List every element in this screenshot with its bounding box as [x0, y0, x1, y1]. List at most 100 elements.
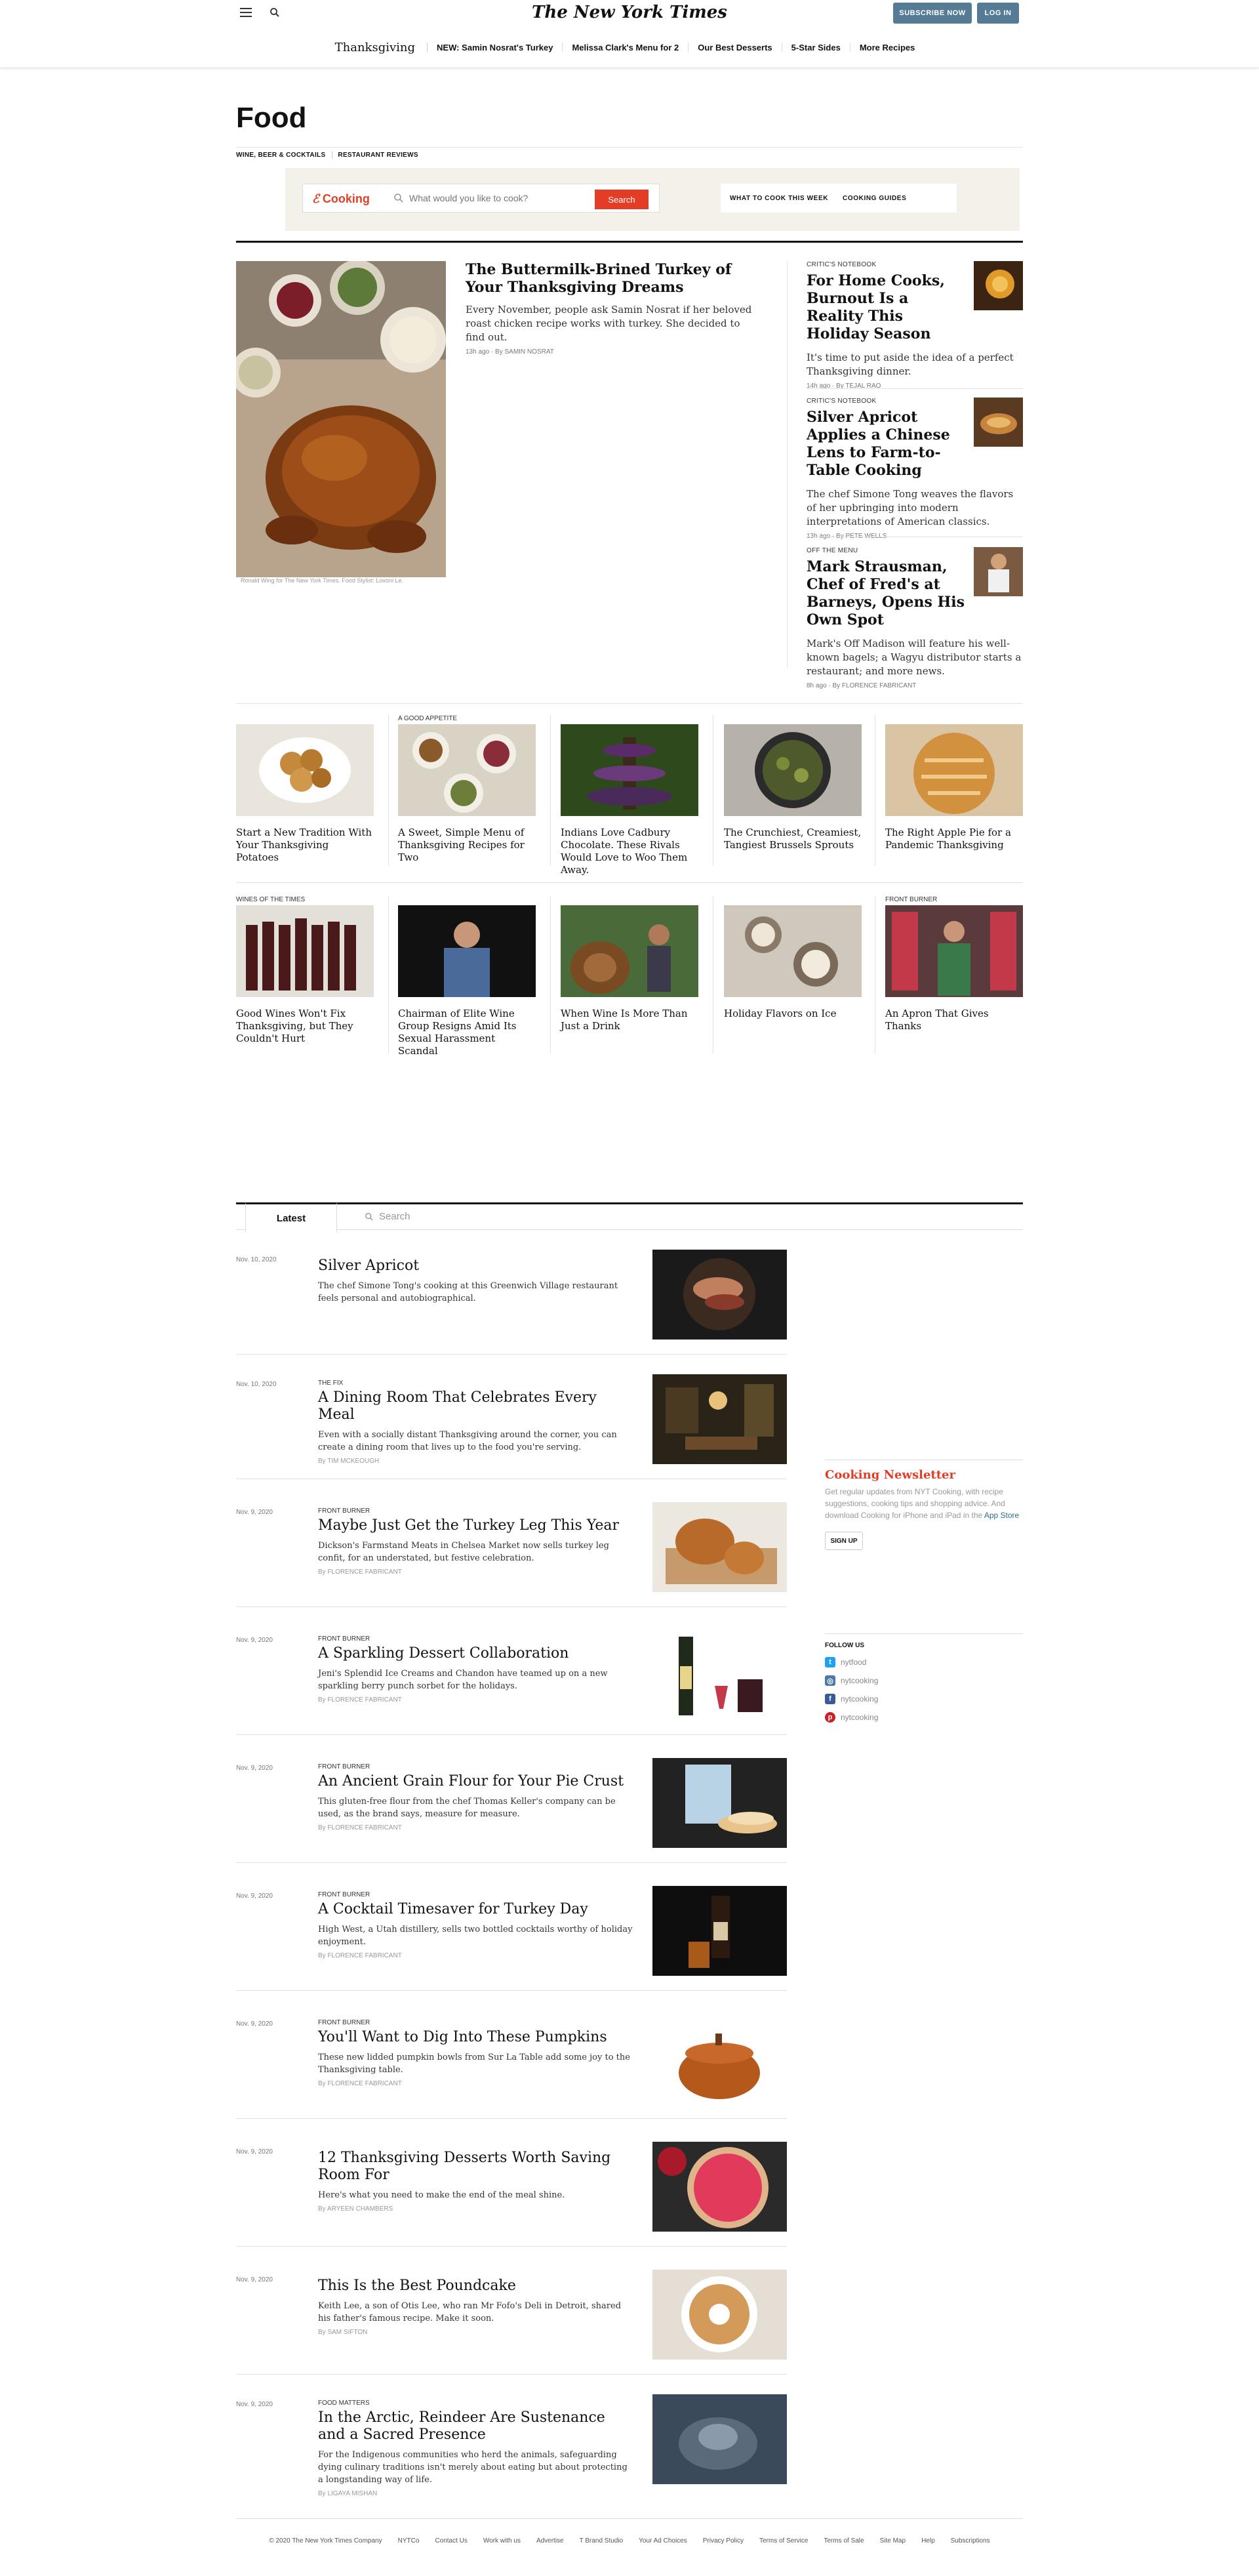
item-headline[interactable]: In the Arctic, Reindeer Are Sustenance a… — [318, 2409, 633, 2443]
item-headline[interactable]: This Is the Best Poundcake — [318, 2278, 633, 2295]
tile-headline[interactable]: A Sweet, Simple Menu of Thanksgiving Rec… — [398, 827, 536, 864]
story-thumbnail[interactable] — [974, 398, 1023, 447]
latest-search-placeholder[interactable]: Search — [379, 1211, 410, 1222]
footer-link[interactable]: Help — [921, 2537, 935, 2545]
tile-image[interactable] — [561, 724, 698, 816]
tile-headline[interactable]: An Apron That Gives Thanks — [885, 1008, 1023, 1032]
story-tile[interactable]: FRONT BURNER An Apron That Gives Thanks — [885, 896, 1023, 1032]
footer-link[interactable]: Subscriptions — [951, 2537, 990, 2545]
story-headline[interactable]: Mark Strausman, Chef of Fred's at Barney… — [807, 558, 967, 629]
item-image[interactable] — [652, 1502, 787, 1592]
story-headline[interactable]: Silver Apricot Applies a Chinese Lens to… — [807, 409, 967, 480]
lead-headline[interactable]: The Buttermilk-Brined Turkey of Your Tha… — [466, 261, 754, 296]
what-to-cook-link[interactable]: WHAT TO COOK THIS WEEK — [730, 195, 828, 202]
newsletter-signup-button[interactable]: SIGN UP — [825, 1532, 863, 1550]
item-image[interactable] — [652, 1374, 787, 1464]
footer-link[interactable]: Contact Us — [435, 2537, 467, 2545]
pinterest-link[interactable]: p nytcooking — [825, 1712, 1023, 1723]
cooking-logo[interactable]: ℰ Cooking — [312, 192, 370, 206]
footer-link[interactable]: NYTCo — [398, 2537, 420, 2545]
tile-headline[interactable]: The Right Apple Pie for a Pandemic Thank… — [885, 827, 1023, 851]
tile-image[interactable] — [398, 905, 536, 997]
item-image[interactable] — [652, 1758, 787, 1848]
cooking-search-input[interactable] — [409, 193, 606, 203]
item-image[interactable] — [652, 2014, 787, 2104]
tile-headline[interactable]: When Wine Is More Than Just a Drink — [561, 1008, 698, 1032]
app-store-link[interactable]: App Store — [984, 1511, 1019, 1520]
item-headline[interactable]: A Cocktail Timesaver for Turkey Day — [318, 1901, 633, 1918]
item-image[interactable] — [652, 2142, 787, 2232]
cooking-guides-link[interactable]: COOKING GUIDES — [843, 195, 906, 202]
story-tile[interactable]: Start a New Tradition With Your Thanksgi… — [236, 724, 374, 864]
latest-search[interactable]: Search — [365, 1211, 410, 1222]
section-link[interactable]: WINE, BEER & COCKTAILS — [236, 152, 333, 159]
story-tile[interactable]: Chairman of Elite Wine Group Resigns Ami… — [398, 905, 536, 1057]
story-summary: The chef Simone Tong weaves the flavors … — [807, 488, 1014, 527]
section-link[interactable]: RESTAURANT REVIEWS — [338, 152, 424, 159]
instagram-link[interactable]: ◎ nytcooking — [825, 1675, 1023, 1686]
tile-headline[interactable]: Chairman of Elite Wine Group Resigns Ami… — [398, 1008, 536, 1057]
item-byline: By SAM SIFTON — [318, 2329, 368, 2336]
footer-link[interactable]: Terms of Sale — [824, 2537, 864, 2545]
item-headline[interactable]: Maybe Just Get the Turkey Leg This Year — [318, 1517, 633, 1534]
item-date: Nov. 10, 2020 — [236, 1256, 277, 1263]
item-headline[interactable]: 12 Thanksgiving Desserts Worth Saving Ro… — [318, 2150, 633, 2184]
story-tile[interactable]: WINES OF THE TIMES Good Wines Won't Fix … — [236, 896, 374, 1045]
tile-image[interactable] — [236, 724, 374, 816]
lead-image[interactable] — [236, 261, 446, 577]
tile-headline[interactable]: Indians Love Cadbury Chocolate. These Ri… — [561, 827, 698, 876]
tab-latest[interactable]: Latest — [245, 1202, 337, 1233]
tile-image[interactable] — [236, 905, 374, 997]
story-tile[interactable]: Holiday Flavors on Ice — [724, 905, 862, 1020]
story-tile[interactable]: When Wine Is More Than Just a Drink — [561, 905, 698, 1032]
nav-link[interactable]: More Recipes — [849, 43, 925, 52]
tile-headline[interactable]: Good Wines Won't Fix Thanksgiving, but T… — [236, 1008, 374, 1045]
tile-headline[interactable]: The Crunchiest, Creamiest, Tangiest Brus… — [724, 827, 862, 851]
footer-link[interactable]: Privacy Policy — [703, 2537, 744, 2545]
story-thumbnail[interactable] — [974, 261, 1023, 310]
footer-link[interactable]: Advertise — [536, 2537, 564, 2545]
footer-link[interactable]: Site Map — [880, 2537, 906, 2545]
nav-link[interactable]: NEW: Samin Nosrat's Turkey — [427, 43, 562, 52]
subscribe-button[interactable]: SUBSCRIBE NOW — [893, 3, 972, 24]
footer-link[interactable]: Work with us — [483, 2537, 521, 2545]
story-tile[interactable]: A GOOD APPETITE A Sweet, Simple Menu of … — [398, 715, 536, 864]
nav-link[interactable]: 5-Star Sides — [781, 43, 850, 52]
item-headline[interactable]: An Ancient Grain Flour for Your Pie Crus… — [318, 1773, 633, 1790]
item-headline[interactable]: A Sparkling Dessert Collaboration — [318, 1645, 633, 1662]
item-image[interactable] — [652, 2270, 787, 2360]
item-headline[interactable]: Silver Apricot — [318, 1257, 633, 1275]
story-headline[interactable]: For Home Cooks, Burnout Is a Reality Thi… — [807, 272, 967, 343]
footer-link[interactable]: Your Ad Choices — [639, 2537, 687, 2545]
tile-image[interactable] — [561, 905, 698, 997]
item-headline[interactable]: You'll Want to Dig Into These Pumpkins — [318, 2029, 633, 2046]
twitter-icon: t — [825, 1657, 835, 1667]
nav-link[interactable]: Our Best Desserts — [688, 43, 781, 52]
facebook-link[interactable]: f nytcooking — [825, 1694, 1023, 1704]
tile-image[interactable] — [885, 905, 1023, 997]
story-tile[interactable]: Indians Love Cadbury Chocolate. These Ri… — [561, 724, 698, 876]
item-image[interactable] — [652, 1886, 787, 1976]
tile-image[interactable] — [724, 724, 862, 816]
footer-link[interactable]: T Brand Studio — [580, 2537, 624, 2545]
tile-image[interactable] — [398, 724, 536, 816]
item-image[interactable] — [652, 2394, 787, 2484]
nav-brand[interactable]: Thanksgiving — [335, 41, 415, 54]
item-image[interactable] — [652, 1630, 787, 1720]
latest-item: Nov. 10, 2020 Silver Apricot The chef Si… — [236, 1250, 787, 1355]
story-thumbnail[interactable] — [974, 547, 1023, 596]
item-image[interactable] — [652, 1250, 787, 1339]
tile-headline[interactable]: Start a New Tradition With Your Thanksgi… — [236, 827, 374, 864]
cooking-search-button[interactable]: Search — [595, 190, 649, 209]
tile-headline[interactable]: Holiday Flavors on Ice — [724, 1008, 862, 1020]
story-tile[interactable]: The Crunchiest, Creamiest, Tangiest Brus… — [724, 724, 862, 851]
masthead-logo[interactable]: The New York Times — [0, 3, 1259, 22]
tile-image[interactable] — [724, 905, 862, 997]
nav-link[interactable]: Melissa Clark's Menu for 2 — [562, 43, 688, 52]
item-headline[interactable]: A Dining Room That Celebrates Every Meal — [318, 1389, 633, 1423]
login-button[interactable]: LOG IN — [977, 3, 1019, 24]
twitter-link[interactable]: t nytfood — [825, 1657, 1023, 1667]
footer-link[interactable]: Terms of Service — [759, 2537, 808, 2545]
story-tile[interactable]: The Right Apple Pie for a Pandemic Thank… — [885, 724, 1023, 851]
tile-image[interactable] — [885, 724, 1023, 816]
